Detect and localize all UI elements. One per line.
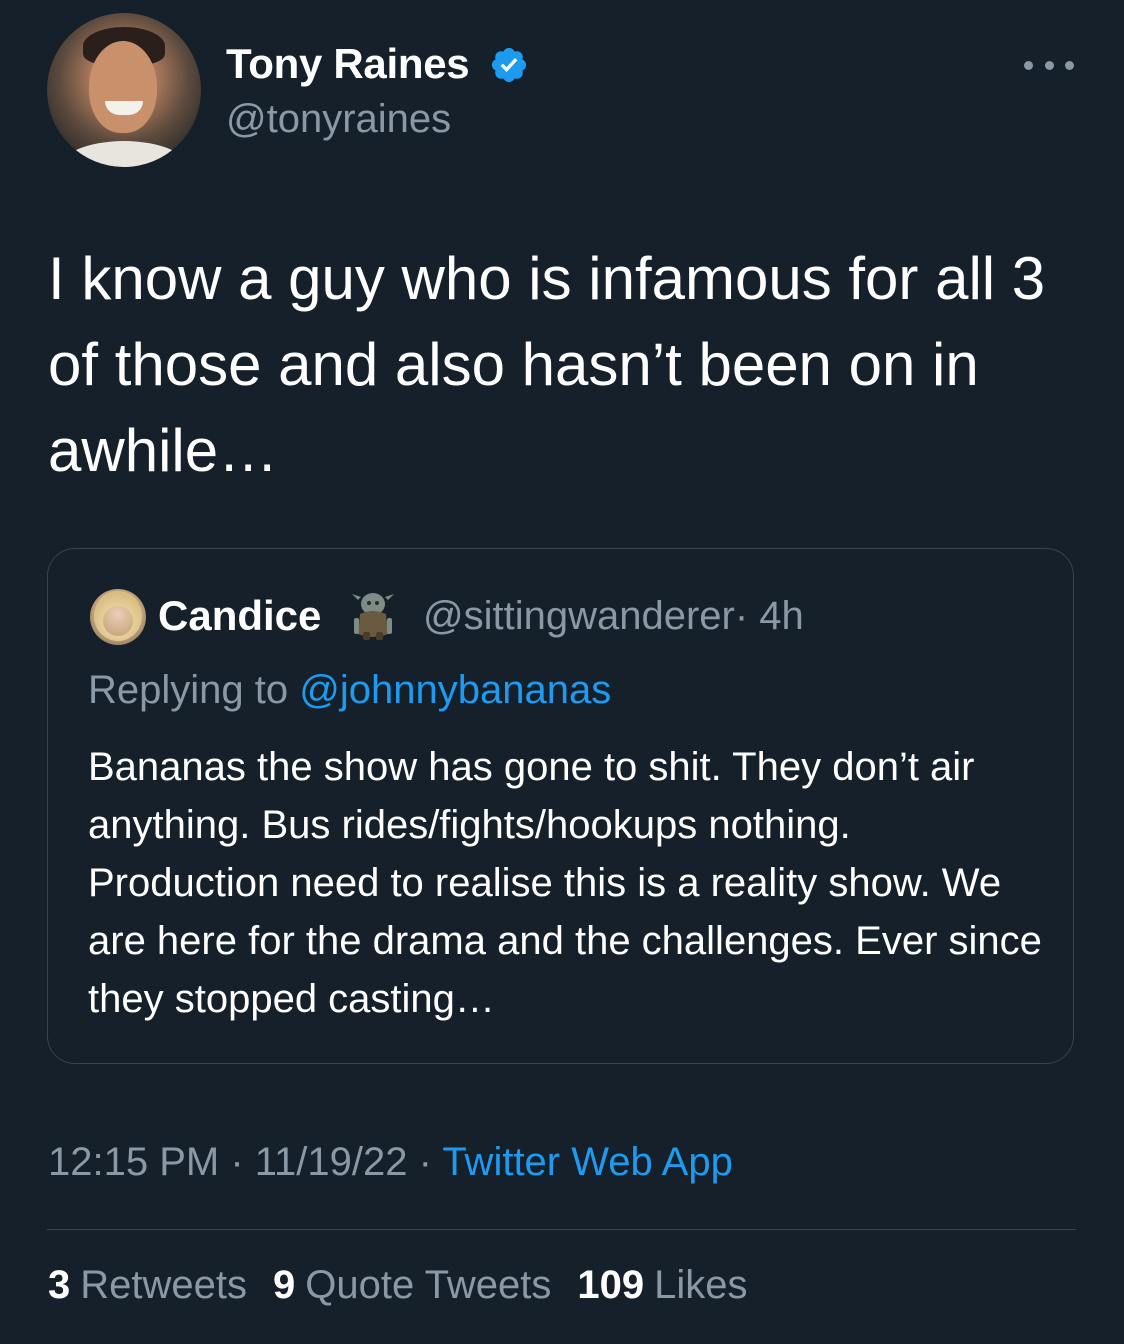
tweet-text: I know a guy who is infamous for all 3 o… xyxy=(48,245,1046,484)
quoted-handle-text[interactable]: @sittingwanderer xyxy=(423,594,735,638)
retweets-stat[interactable]: 3 Retweets xyxy=(48,1263,247,1308)
tweet-date[interactable]: 11/19/22 xyxy=(255,1140,408,1184)
retweets-count: 3 xyxy=(48,1263,71,1307)
author-display-name[interactable]: Tony Raines xyxy=(226,40,470,88)
engagement-stats: 3 Retweets 9 Quote Tweets 109 Likes xyxy=(48,1263,773,1308)
likes-label: Likes xyxy=(654,1263,748,1307)
likes-stat[interactable]: 109 Likes xyxy=(577,1263,747,1308)
replying-to-mention-link[interactable]: @johnnybananas xyxy=(299,668,611,712)
likes-count: 109 xyxy=(577,1263,645,1307)
quoted-tweet-text: Bananas the show has gone to shit. They … xyxy=(88,745,1042,1021)
verified-badge-icon xyxy=(491,47,527,83)
quoted-author-avatar[interactable] xyxy=(90,589,146,645)
meta-separator: · xyxy=(407,1140,443,1184)
quote-tweets-stat[interactable]: 9 Quote Tweets xyxy=(273,1263,551,1308)
quote-tweets-count: 9 xyxy=(273,1263,296,1307)
replying-to-prefix: Replying to xyxy=(88,668,289,712)
quoted-author-handle[interactable]: @sittingwanderer· 4h xyxy=(423,594,804,639)
tweet-metadata: 12:15 PM · 11/19/22 · Twitter Web App xyxy=(48,1140,733,1185)
divider xyxy=(47,1229,1076,1230)
replying-to-line: Replying to @johnnybananas xyxy=(88,668,611,713)
quoted-time: · 4h xyxy=(734,594,804,638)
author-avatar[interactable] xyxy=(47,13,201,167)
tweet-time[interactable]: 12:15 PM xyxy=(48,1140,219,1184)
tweet-source-link[interactable]: Twitter Web App xyxy=(442,1140,733,1184)
quote-tweets-label: Quote Tweets xyxy=(305,1263,552,1307)
author-handle[interactable]: @tonyraines xyxy=(226,97,451,142)
more-options-icon[interactable] xyxy=(1024,50,1074,80)
retweets-label: Retweets xyxy=(80,1263,247,1307)
troll-emoji-icon xyxy=(352,593,394,640)
meta-separator: · xyxy=(219,1140,255,1184)
quoted-author-display-name[interactable]: Candice xyxy=(158,592,321,640)
